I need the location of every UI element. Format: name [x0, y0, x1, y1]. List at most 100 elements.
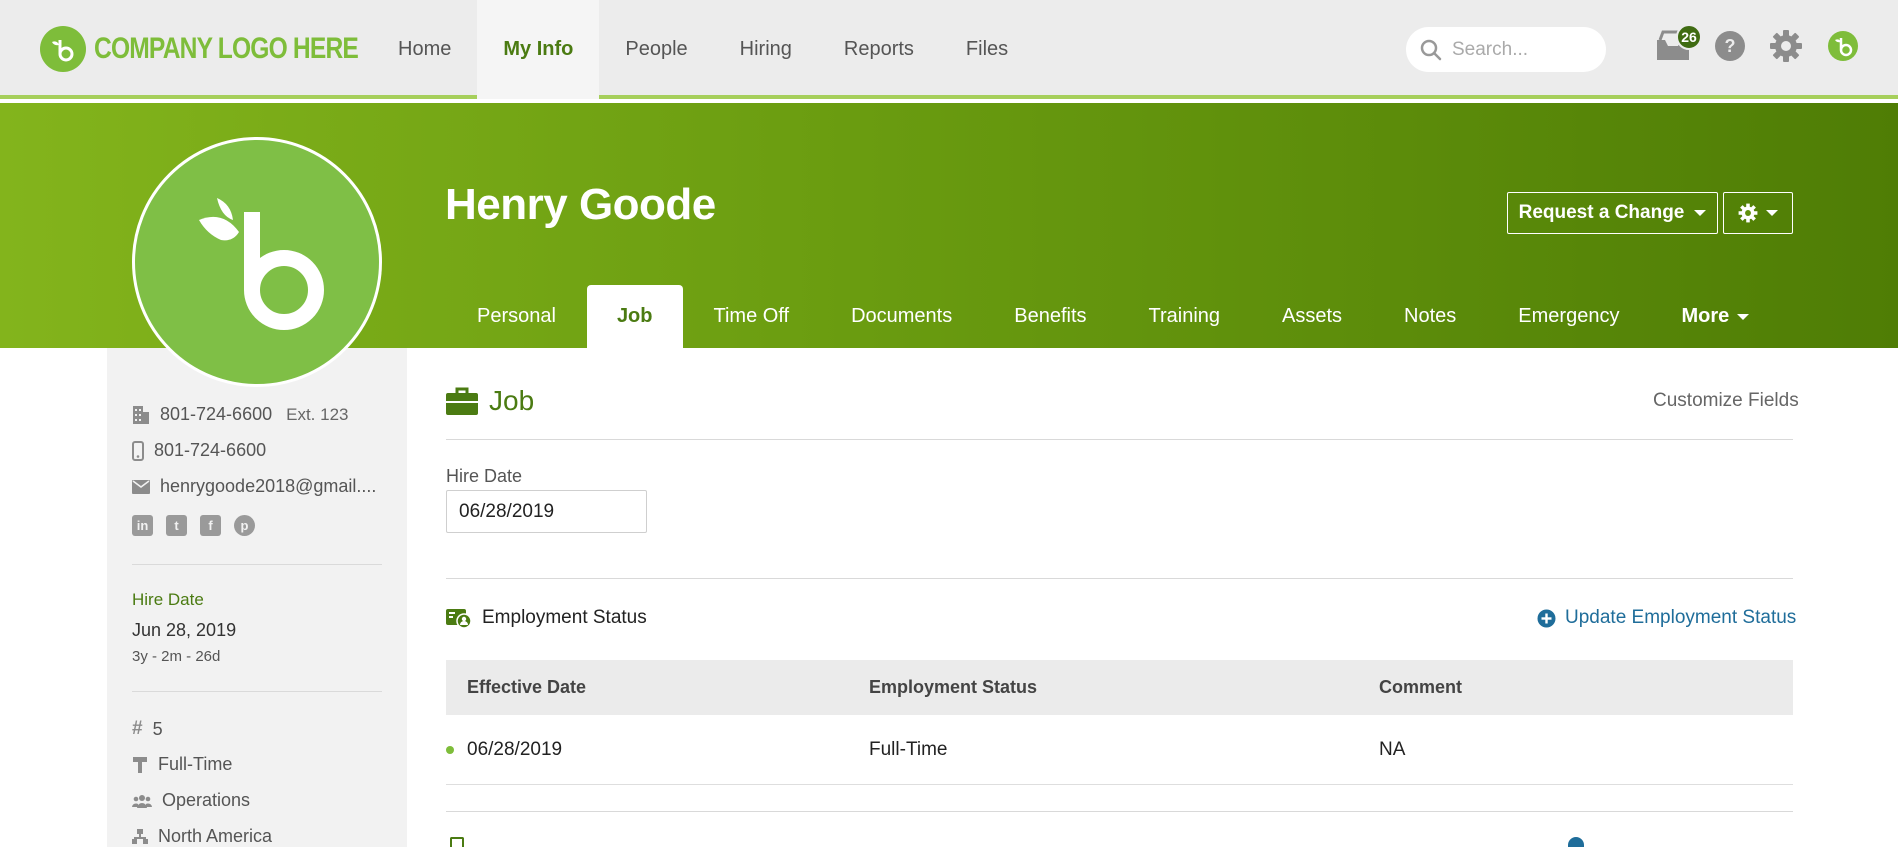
mobile-phone-row: 801-724-6600 [132, 440, 266, 461]
employment-status-table: Effective Date Employment Status Comment… [446, 660, 1793, 785]
section-divider [446, 578, 1793, 579]
company-logo-text: COMPANY LOGO HERE [94, 32, 359, 65]
bamboo-logo-icon [199, 198, 324, 330]
next-section-link-icon[interactable] [1568, 837, 1584, 847]
work-phone[interactable]: 801-724-6600 [160, 404, 272, 425]
twitter-icon[interactable]: t [166, 515, 187, 536]
pinterest-icon[interactable]: p [234, 515, 255, 536]
tab-assets[interactable]: Assets [1251, 285, 1373, 348]
chevron-down-icon [1737, 313, 1750, 320]
employee-name: Henry Goode [445, 180, 716, 229]
effective-date-cell: 06/28/2019 [467, 738, 563, 760]
hire-date-field[interactable] [446, 490, 647, 533]
job-title: Job [489, 385, 535, 416]
tab-emergency[interactable]: Emergency [1487, 285, 1650, 348]
tab-training[interactable]: Training [1118, 285, 1252, 348]
tab-time-off[interactable]: Time Off [683, 285, 821, 348]
tab-benefits[interactable]: Benefits [983, 285, 1117, 348]
hammer-icon [133, 756, 147, 773]
building-icon [133, 405, 149, 424]
email-icon [132, 479, 150, 494]
hash-icon: # [132, 718, 143, 739]
location: North America [158, 826, 273, 846]
notification-count-badge: 26 [1676, 24, 1702, 50]
nav-files[interactable]: Files [940, 0, 1034, 99]
mobile-phone-icon [132, 440, 144, 461]
plus-circle-icon [1537, 609, 1556, 627]
search-input[interactable] [1452, 38, 1592, 61]
table-header: Effective Date Employment Status Comment [446, 660, 1793, 715]
table-row[interactable]: 06/28/2019 Full-Time NA [446, 715, 1793, 785]
chevron-down-icon [1694, 210, 1707, 216]
linkedin-icon[interactable]: in [132, 515, 153, 536]
nav-my-info[interactable]: My Info [477, 0, 600, 99]
tab-documents[interactable]: Documents [820, 285, 983, 348]
bamboo-logo-icon [40, 26, 86, 72]
nav-reports[interactable]: Reports [818, 0, 940, 99]
profile-tabs: Personal Job Time Off Documents Benefits… [446, 285, 1780, 348]
briefcase-icon [446, 387, 478, 415]
sidebar-tenure: 3y - 2m - 26d [132, 648, 221, 665]
request-change-button[interactable]: Request a Change [1507, 192, 1718, 234]
customize-fields-link[interactable]: Customize Fields [1653, 390, 1799, 412]
phone-extension: Ext. 123 [286, 404, 349, 424]
top-navigation-bar: COMPANY LOGO HERE Home My Info People Hi… [0, 0, 1898, 99]
chevron-down-icon [1766, 210, 1778, 216]
department-row: Operations [132, 790, 250, 811]
employee-number-row: # 5 [132, 718, 163, 740]
hire-date-label: Hire Date [446, 466, 523, 486]
settings-gear-icon[interactable] [1767, 27, 1805, 65]
email-address[interactable]: henrygoode2018@gmail.... [160, 476, 376, 497]
people-icon [132, 794, 152, 808]
column-header-comment[interactable]: Comment [1379, 677, 1462, 698]
tab-notes[interactable]: Notes [1373, 285, 1487, 348]
sidebar-divider [132, 691, 382, 692]
tab-more[interactable]: More [1650, 285, 1780, 348]
work-phone-row: 801-724-6600 Ext. 123 [132, 404, 348, 425]
main-nav: Home My Info People Hiring Reports Files [372, 0, 1034, 99]
tab-more-label: More [1681, 305, 1730, 327]
search-icon [1420, 39, 1442, 60]
svg-text:?: ? [1725, 36, 1736, 56]
user-avatar-icon[interactable] [1824, 27, 1862, 65]
department: Operations [162, 790, 251, 810]
mobile-phone[interactable]: 801-724-6600 [154, 440, 266, 461]
search-box [1406, 27, 1606, 72]
social-links: in t f p [132, 515, 255, 536]
nav-hiring[interactable]: Hiring [714, 0, 818, 99]
employee-number: 5 [152, 718, 163, 739]
update-employment-status-link[interactable]: Update Employment Status [1537, 607, 1796, 629]
column-header-effective-date[interactable]: Effective Date [467, 677, 586, 698]
location-row: North America [132, 826, 272, 847]
request-change-label: Request a Change [1518, 202, 1685, 223]
profile-avatar[interactable] [132, 137, 382, 387]
company-logo[interactable]: COMPANY LOGO HERE [40, 26, 416, 72]
tab-personal[interactable]: Personal [446, 285, 587, 348]
profile-settings-button[interactable] [1723, 192, 1793, 234]
section-divider [446, 811, 1793, 812]
sidebar-divider [132, 564, 382, 565]
employment-type-row: Full-Time [132, 754, 232, 775]
help-icon[interactable]: ? [1711, 27, 1749, 65]
section-heading-job: Job [446, 385, 534, 417]
update-employment-status-label: Update Employment Status [1565, 607, 1797, 628]
column-header-employment-status[interactable]: Employment Status [869, 677, 1037, 698]
email-row: henrygoode2018@gmail.... [132, 476, 376, 497]
section-divider [446, 439, 1793, 440]
tab-job[interactable]: Job [586, 285, 683, 348]
employment-status-cell: Full-Time [869, 738, 948, 760]
comment-cell: NA [1379, 738, 1406, 760]
employment-status-heading: Employment Status [446, 607, 647, 629]
nav-home[interactable]: Home [372, 0, 477, 99]
gear-icon [1738, 203, 1758, 223]
sidebar-hire-date-label: Hire Date [132, 590, 204, 609]
profile-sidebar: 801-724-6600 Ext. 123 801-724-6600 henry… [107, 348, 407, 847]
facebook-icon[interactable]: f [200, 515, 221, 536]
current-status-dot-icon [446, 745, 454, 754]
sidebar-hire-date: Jun 28, 2019 [132, 620, 237, 640]
next-section-icon [450, 837, 464, 847]
employment-type: Full-Time [158, 754, 233, 774]
employment-status-icon [446, 609, 472, 629]
org-chart-icon [132, 828, 148, 844]
nav-people[interactable]: People [599, 0, 713, 99]
